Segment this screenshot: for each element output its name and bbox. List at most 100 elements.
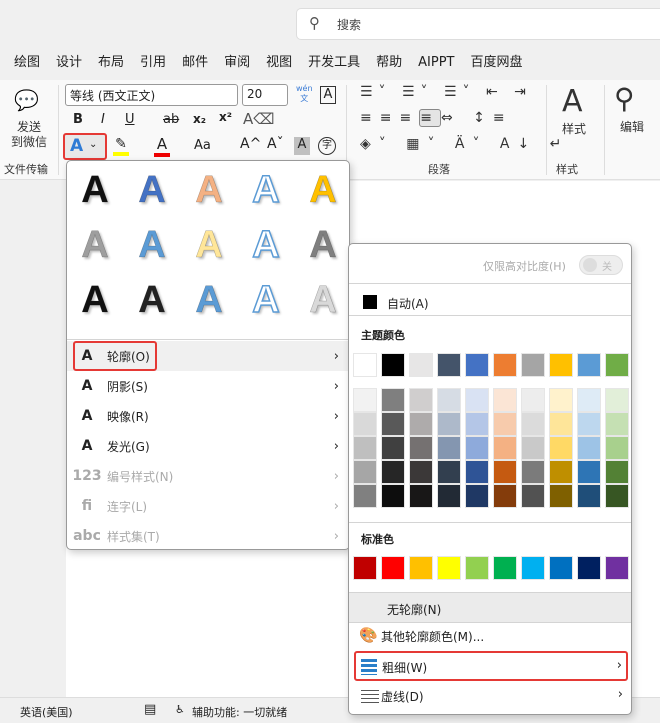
text-effect-style-6[interactable]: A — [75, 224, 115, 267]
tab-design[interactable]: 设计 — [48, 52, 90, 74]
theme-tint-swatch[interactable] — [381, 412, 405, 436]
standard-color-swatch[interactable] — [353, 556, 377, 580]
standard-color-swatch[interactable] — [605, 556, 629, 580]
theme-tint-swatch[interactable] — [353, 460, 377, 484]
language-status[interactable]: 英语(美国) — [20, 704, 73, 720]
dashes-item[interactable]: 虚线(D) › — [349, 682, 631, 712]
text-effect-style-7[interactable]: A — [132, 224, 172, 267]
more-outline-colors-item[interactable]: 其他轮廓颜色(M)... — [381, 628, 484, 645]
effects-menu-item[interactable]: abc 样式集(T) › — [67, 521, 349, 551]
text-effect-style-2[interactable]: A — [132, 169, 172, 212]
clear-formatting-icon[interactable]: A⌫ — [243, 110, 274, 128]
theme-color-swatch[interactable] — [381, 353, 405, 377]
theme-tint-swatch[interactable] — [409, 412, 433, 436]
theme-tint-swatch[interactable] — [409, 460, 433, 484]
change-case-button[interactable]: Aa — [194, 138, 211, 153]
theme-tint-swatch[interactable] — [409, 484, 433, 508]
effects-menu-item[interactable]: 123 编号样式(N) › — [67, 461, 349, 491]
standard-color-swatch[interactable] — [465, 556, 489, 580]
theme-tint-swatch[interactable] — [605, 436, 629, 460]
theme-tint-swatch[interactable] — [437, 436, 461, 460]
text-effect-style-10[interactable]: A — [303, 224, 343, 267]
theme-tint-swatch[interactable] — [549, 460, 573, 484]
theme-tint-swatch[interactable] — [409, 436, 433, 460]
tab-baidu-netdisk[interactable]: 百度网盘 — [463, 52, 531, 74]
theme-tint-swatch[interactable] — [465, 460, 489, 484]
send-to-wechat-button[interactable]: 发送 到微信 — [6, 120, 52, 150]
tab-mailings[interactable]: 邮件 — [174, 52, 216, 74]
enclose-characters-button[interactable]: 字 — [318, 137, 336, 155]
theme-tint-swatch[interactable] — [493, 388, 517, 412]
editing-button[interactable]: 编辑 — [620, 118, 644, 135]
theme-tint-swatch[interactable] — [605, 412, 629, 436]
theme-tint-swatch[interactable] — [409, 388, 433, 412]
theme-color-swatch[interactable] — [605, 353, 629, 377]
font-color-button[interactable]: A — [154, 135, 170, 157]
theme-tint-swatch[interactable] — [577, 460, 601, 484]
strikethrough-button[interactable]: ab — [163, 112, 179, 127]
accessibility-status[interactable]: 辅助功能: 一切就绪 — [192, 704, 287, 720]
theme-tint-swatch[interactable] — [353, 484, 377, 508]
automatic-color-item[interactable]: 自动(A) — [387, 295, 429, 312]
theme-tint-swatch[interactable] — [521, 412, 545, 436]
styles-button[interactable]: 样式 — [562, 120, 586, 137]
tab-developer[interactable]: 开发工具 — [300, 52, 368, 74]
weight-item[interactable]: 粗细(W) › — [354, 651, 628, 681]
theme-tint-swatch[interactable] — [521, 484, 545, 508]
theme-tint-swatch[interactable] — [381, 436, 405, 460]
tab-aippt[interactable]: AIPPT — [410, 52, 462, 74]
text-effect-style-5[interactable]: A — [303, 169, 343, 212]
phonetic-guide-button[interactable]: wén 文 — [296, 84, 313, 104]
tab-layout[interactable]: 布局 — [90, 52, 132, 74]
tab-help[interactable]: 帮助 — [368, 52, 410, 74]
text-effects-button[interactable]: A ⌄ — [63, 133, 107, 160]
search-input[interactable]: 搜索 — [337, 16, 361, 33]
theme-tint-swatch[interactable] — [605, 388, 629, 412]
theme-tint-swatch[interactable] — [521, 460, 545, 484]
text-effect-style-12[interactable]: A — [132, 279, 172, 322]
theme-tint-swatch[interactable] — [381, 388, 405, 412]
theme-tint-swatch[interactable] — [381, 484, 405, 508]
theme-tint-swatch[interactable] — [605, 484, 629, 508]
theme-tint-swatch[interactable] — [353, 388, 377, 412]
theme-tint-swatch[interactable] — [549, 436, 573, 460]
shrink-font-button[interactable]: Aˇ — [267, 136, 284, 152]
theme-tint-swatch[interactable] — [437, 484, 461, 508]
highlight-icon[interactable]: ✎ — [113, 136, 129, 156]
focus-icon[interactable]: ▤ — [144, 702, 156, 717]
character-border-button[interactable]: A — [320, 86, 336, 104]
subscript-button[interactable]: x₂ — [193, 112, 206, 126]
effects-menu-item[interactable]: fi 连字(L) › — [67, 491, 349, 521]
standard-color-swatch[interactable] — [549, 556, 573, 580]
theme-color-swatch[interactable] — [409, 353, 433, 377]
text-effect-style-4[interactable]: A — [246, 168, 286, 212]
theme-tint-swatch[interactable] — [577, 388, 601, 412]
shading-border-buttons[interactable]: ◈˅ ▦˅ Ä˅ A↓ ↵ — [360, 136, 569, 152]
theme-tint-swatch[interactable] — [605, 460, 629, 484]
text-effect-style-8[interactable]: A — [189, 224, 229, 267]
theme-color-swatch[interactable] — [437, 353, 461, 377]
theme-tint-swatch[interactable] — [493, 436, 517, 460]
font-size-select[interactable]: 20 — [242, 84, 288, 106]
theme-tint-swatch[interactable] — [465, 412, 489, 436]
effects-menu-item[interactable]: A 发光(G) › — [67, 431, 349, 461]
theme-tint-swatch[interactable] — [493, 412, 517, 436]
tab-view[interactable]: 视图 — [258, 52, 300, 74]
effects-menu-item[interactable]: A 映像(R) › — [67, 401, 349, 431]
theme-color-swatch[interactable] — [521, 353, 545, 377]
theme-tint-swatch[interactable] — [549, 412, 573, 436]
theme-tint-swatch[interactable] — [353, 436, 377, 460]
theme-tint-swatch[interactable] — [465, 436, 489, 460]
italic-button[interactable]: I — [101, 112, 105, 127]
theme-tint-swatch[interactable] — [521, 436, 545, 460]
tab-review[interactable]: 审阅 — [216, 52, 258, 74]
underline-button[interactable]: U — [125, 112, 135, 127]
text-effect-style-9[interactable]: A — [246, 223, 286, 267]
tab-draw[interactable]: 绘图 — [0, 52, 48, 74]
theme-tint-swatch[interactable] — [549, 388, 573, 412]
theme-color-swatch[interactable] — [465, 353, 489, 377]
standard-color-swatch[interactable] — [381, 556, 405, 580]
list-buttons[interactable]: ☰˅ ☰˅ ☰˅ ⇤ ⇥ — [360, 84, 532, 100]
effects-menu-item[interactable]: A 阴影(S) › — [67, 371, 349, 401]
text-effect-style-11[interactable]: A — [75, 279, 115, 322]
